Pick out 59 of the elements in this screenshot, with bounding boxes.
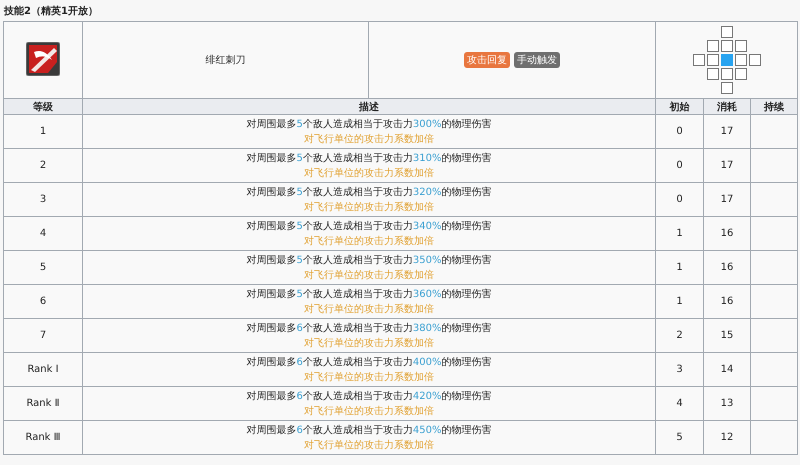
description-text: 对周围最多6个敌人造成相当于攻击力420%的物理伤害 <box>246 390 492 404</box>
cost-cell: 12 <box>704 420 750 454</box>
column-header: 消耗 <box>704 98 750 114</box>
description-note: 对飞行单位的攻击力系数加倍 <box>303 268 435 282</box>
initial-cell: 0 <box>656 148 704 182</box>
description-text: 对周围最多6个敌人造成相当于攻击力450%的物理伤害 <box>246 424 492 438</box>
description-text: 对周围最多5个敌人造成相当于攻击力310%的物理伤害 <box>246 152 492 166</box>
cost-cell: 15 <box>704 318 750 352</box>
initial-cell: 1 <box>656 284 704 318</box>
cost-cell: 14 <box>704 352 750 386</box>
level-cell: 5 <box>4 250 82 284</box>
initial-cell: 5 <box>656 420 704 454</box>
description-text: 对周围最多5个敌人造成相当于攻击力320%的物理伤害 <box>246 186 492 200</box>
description-text: 对周围最多5个敌人造成相当于攻击力360%的物理伤害 <box>246 288 492 302</box>
cost-cell: 17 <box>704 114 750 148</box>
description-note: 对飞行单位的攻击力系数加倍 <box>303 336 435 350</box>
description-text: 对周围最多6个敌人造成相当于攻击力380%的物理伤害 <box>246 322 492 336</box>
cost-cell: 16 <box>704 284 750 318</box>
initial-cell: 2 <box>656 318 704 352</box>
skill-tag: 攻击回复 <box>464 52 510 68</box>
column-header: 初始 <box>656 98 704 114</box>
level-cell: Rank Ⅰ <box>4 352 82 386</box>
column-header: 等级 <box>4 98 82 114</box>
initial-cell: 0 <box>656 182 704 216</box>
description-note: 对飞行单位的攻击力系数加倍 <box>303 166 435 180</box>
section-title: 技能2（精英1开放） <box>2 4 99 19</box>
level-cell: 2 <box>4 148 82 182</box>
column-header: 描述 <box>82 98 656 114</box>
level-cell: 6 <box>4 284 82 318</box>
initial-cell: 3 <box>656 352 704 386</box>
level-cell: 4 <box>4 216 82 250</box>
blade-icon <box>26 42 60 76</box>
description-note: 对飞行单位的攻击力系数加倍 <box>303 132 435 146</box>
description-note: 对飞行单位的攻击力系数加倍 <box>303 234 435 248</box>
description-text: 对周围最多6个敌人造成相当于攻击力400%的物理伤害 <box>246 356 492 370</box>
cost-cell: 16 <box>704 250 750 284</box>
description-note: 对飞行单位的攻击力系数加倍 <box>303 302 435 316</box>
level-cell: 3 <box>4 182 82 216</box>
description-text: 对周围最多5个敌人造成相当于攻击力300%的物理伤害 <box>246 118 492 132</box>
initial-cell: 0 <box>656 114 704 148</box>
description-note: 对飞行单位的攻击力系数加倍 <box>303 200 435 214</box>
level-cell: Rank Ⅱ <box>4 386 82 420</box>
column-header: 持续 <box>750 98 798 114</box>
level-cell: Rank Ⅲ <box>4 420 82 454</box>
cost-cell: 13 <box>704 386 750 420</box>
description-note: 对飞行单位的攻击力系数加倍 <box>303 370 435 384</box>
description-note: 对飞行单位的攻击力系数加倍 <box>303 404 435 418</box>
level-cell: 7 <box>4 318 82 352</box>
level-cell: 1 <box>4 114 82 148</box>
description-text: 对周围最多5个敌人造成相当于攻击力350%的物理伤害 <box>246 254 492 268</box>
initial-cell: 1 <box>656 216 704 250</box>
cost-cell: 16 <box>704 216 750 250</box>
description-note: 对飞行单位的攻击力系数加倍 <box>303 438 435 452</box>
initial-cell: 4 <box>656 386 704 420</box>
cost-cell: 17 <box>704 148 750 182</box>
skill-tag: 手动触发 <box>514 52 560 68</box>
initial-cell: 1 <box>656 250 704 284</box>
cost-cell: 17 <box>704 182 750 216</box>
description-text: 对周围最多5个敌人造成相当于攻击力340%的物理伤害 <box>246 220 492 234</box>
